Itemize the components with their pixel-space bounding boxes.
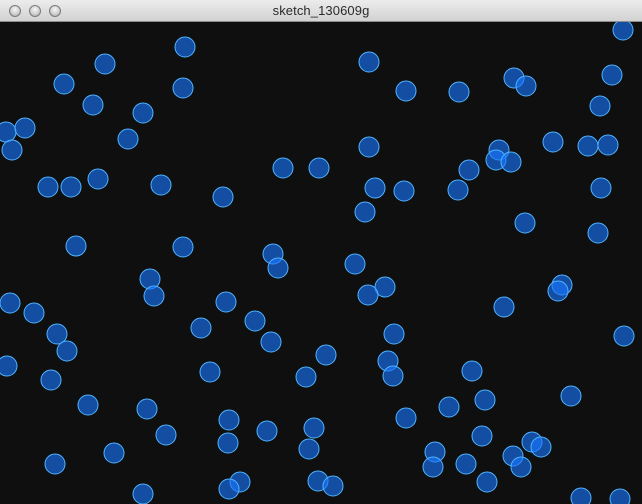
sketch-ball <box>530 436 552 458</box>
sketch-ball <box>199 361 221 383</box>
sketch-ball <box>298 438 320 460</box>
sketch-ball <box>422 456 444 478</box>
sketch-ball <box>476 471 498 493</box>
sketch-ball <box>190 317 212 339</box>
sketch-ball <box>212 186 234 208</box>
sketch-ball <box>218 478 240 500</box>
sketch-ball <box>132 483 154 504</box>
sketch-ball <box>150 174 172 196</box>
title-bar[interactable]: sketch_130609g <box>0 0 642 22</box>
sketch-ball <box>37 176 59 198</box>
sketch-ball <box>172 77 194 99</box>
sketch-ball <box>267 257 289 279</box>
sketch-ball <box>542 131 564 153</box>
sketch-ball <box>94 53 116 75</box>
sketch-ball <box>136 398 158 420</box>
sketch-ball <box>87 168 109 190</box>
sketch-ball <box>613 325 635 347</box>
sketch-ball <box>344 253 366 275</box>
sketch-ball <box>455 453 477 475</box>
sketch-ball <box>40 369 62 391</box>
sketch-ball <box>461 360 483 382</box>
sketch-ball <box>395 407 417 429</box>
sketch-ball <box>272 157 294 179</box>
sketch-ball <box>14 117 36 139</box>
app-window: sketch_130609g <box>0 0 642 504</box>
sketch-ball <box>471 425 493 447</box>
sketch-ball <box>354 201 376 223</box>
sketch-ball <box>357 284 379 306</box>
sketch-ball <box>510 456 532 478</box>
sketch-ball <box>474 389 496 411</box>
sketch-ball <box>514 212 536 234</box>
sketch-ball <box>0 355 18 377</box>
sketch-ball <box>447 179 469 201</box>
sketch-ball <box>601 64 623 86</box>
sketch-ball <box>53 73 75 95</box>
sketch-ball <box>155 424 177 446</box>
sketch-ball <box>458 159 480 181</box>
sketch-ball <box>515 75 537 97</box>
sketch-ball <box>382 365 404 387</box>
sketch-ball <box>132 102 154 124</box>
sketch-ball <box>577 135 599 157</box>
sketch-ball <box>256 420 278 442</box>
sketch-ball <box>358 136 380 158</box>
sketch-ball <box>103 442 125 464</box>
sketch-ball <box>174 36 196 58</box>
sketch-ball <box>44 453 66 475</box>
sketch-ball <box>65 235 87 257</box>
sketch-ball <box>117 128 139 150</box>
sketch-ball <box>547 280 569 302</box>
sketch-ball <box>0 121 17 143</box>
sketch-ball <box>364 177 386 199</box>
sketch-ball <box>260 331 282 353</box>
sketch-canvas-area[interactable] <box>0 22 642 504</box>
sketch-ball <box>308 157 330 179</box>
sketch-ball <box>383 323 405 345</box>
sketch-ball <box>500 151 522 173</box>
sketch-ball <box>493 296 515 318</box>
sketch-ball <box>560 385 582 407</box>
sketch-ball <box>587 222 609 244</box>
sketch-ball <box>612 22 634 41</box>
sketch-ball <box>295 366 317 388</box>
sketch-ball <box>60 176 82 198</box>
sketch-ball <box>609 488 631 504</box>
sketch-ball <box>143 285 165 307</box>
sketch-ball <box>215 291 237 313</box>
sketch-ball <box>438 396 460 418</box>
sketch-ball <box>448 81 470 103</box>
sketch-ball <box>23 302 45 324</box>
sketch-ball <box>597 134 619 156</box>
sketch-ball <box>322 475 344 497</box>
sketch-ball <box>315 344 337 366</box>
sketch-ball <box>77 394 99 416</box>
sketch-ball <box>590 177 612 199</box>
sketch-ball <box>1 139 23 161</box>
sketch-ball <box>82 94 104 116</box>
sketch-ball <box>172 236 194 258</box>
window-title: sketch_130609g <box>272 3 370 18</box>
sketch-ball <box>570 487 592 504</box>
sketch-ball <box>303 417 325 439</box>
sketch-ball <box>589 95 611 117</box>
sketch-ball <box>218 409 240 431</box>
sketch-ball <box>395 80 417 102</box>
sketch-ball <box>358 51 380 73</box>
sketch-ball <box>244 310 266 332</box>
sketch-ball <box>0 292 21 314</box>
sketch-canvas[interactable] <box>0 22 642 504</box>
sketch-ball <box>217 432 239 454</box>
sketch-ball <box>56 340 78 362</box>
sketch-ball <box>393 180 415 202</box>
